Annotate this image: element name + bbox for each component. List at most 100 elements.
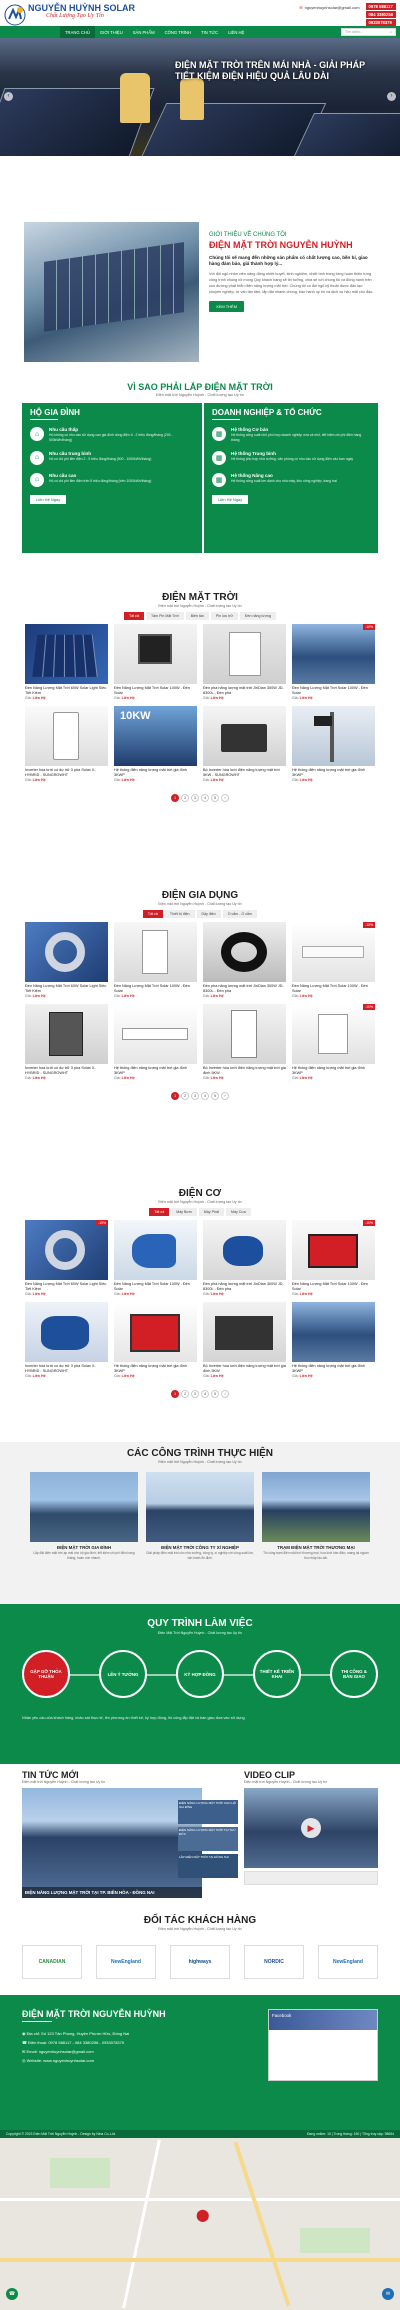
page-button[interactable]: › [221, 1390, 229, 1398]
product-card[interactable]: -10% Đèn Năng Lượng Mặt Trời Solar 100W … [289, 1220, 378, 1296]
product-card[interactable]: -10% Hệ thống điện năng lượng mặt trời g… [289, 1004, 378, 1080]
partner-logo[interactable]: highways [170, 1945, 230, 1979]
intro-more-button[interactable]: XEM THÊM [209, 301, 245, 312]
facebook-fanpage[interactable]: Facebook [268, 2009, 378, 2081]
hotline-3[interactable]: 0933078379 [365, 19, 396, 26]
phone-fab-icon[interactable]: ☎ [6, 2288, 18, 2300]
map-pin-icon[interactable]: ⬤ [196, 2208, 209, 2222]
page-button[interactable]: 3 [191, 794, 199, 802]
product-card[interactable]: Hệ thống điện năng lượng mặt trời gia đì… [289, 1302, 378, 1378]
product-card[interactable]: Hệ thống điện năng lượng mặt trời gia đì… [111, 1004, 200, 1080]
page-button[interactable]: 2 [181, 1390, 189, 1398]
product-name[interactable]: Hệ thống điện năng lượng mặt trời gia đì… [114, 1066, 197, 1076]
hero-next-icon[interactable]: › [387, 92, 396, 101]
brand-logo-icon[interactable] [4, 4, 26, 26]
product-card[interactable]: Đèn pha năng lượng mặt trời JinDian 300W… [200, 1220, 289, 1296]
chat-fab-icon[interactable]: ✉ [382, 2288, 394, 2300]
page-button[interactable]: 1 [171, 794, 179, 802]
product-image[interactable] [203, 1004, 286, 1064]
category-tab[interactable]: Dây điện [196, 910, 221, 918]
product-name[interactable]: Đèn Năng Lượng Mặt Trời Solar 100W - Đèn… [114, 686, 197, 696]
product-card[interactable]: Đèn pha năng lượng mặt trời JinDian 300W… [200, 624, 289, 700]
product-image[interactable] [203, 624, 286, 684]
category-tab[interactable]: Ổ cắm - Ổ cắm [222, 910, 258, 918]
project-title[interactable]: ĐIỆN MẶT TRỜI CÔNG TY XÍ NGHIỆP [146, 1545, 254, 1550]
product-card[interactable]: Inverter hòa lưới có dự trữ 3 pha Solax … [22, 1004, 111, 1080]
nav-contact[interactable]: LIÊN HỆ [223, 26, 249, 38]
product-name[interactable]: Inverter hòa lưới có dự trữ 3 pha Solax … [25, 768, 108, 778]
play-icon[interactable]: ▶ [301, 1818, 321, 1838]
product-card[interactable]: 10KW Hệ thống điện năng lượng mặt trời g… [111, 706, 200, 782]
product-name[interactable]: Đèn Năng Lượng Mặt Trời 60W Solar Light … [25, 686, 108, 696]
product-name[interactable]: Hệ thống điện năng lượng mặt trời gia đì… [114, 1364, 197, 1374]
footer-website[interactable]: Website: www.nguyenhuynhsolar.com [27, 2058, 94, 2063]
product-card[interactable]: Bộ Inverter hòa lưới điện năng lượng mặt… [200, 1004, 289, 1080]
product-image[interactable] [114, 624, 197, 684]
header-email[interactable]: nguyenhuynhsolar@gmail.com [305, 5, 360, 27]
page-button[interactable]: 3 [191, 1092, 199, 1100]
product-name[interactable]: Hệ thống điện năng lượng mặt trời gia đì… [292, 1364, 375, 1374]
page-button[interactable]: 1 [171, 1092, 179, 1100]
category-tab[interactable]: Pin lưu trữ [210, 612, 238, 620]
nav-projects[interactable]: CÔNG TRÌNH [160, 26, 196, 38]
category-tab[interactable]: Đèn năng lượng [239, 612, 277, 620]
hotline-1[interactable]: 0978 588117 [365, 3, 396, 10]
product-image[interactable] [114, 1004, 197, 1064]
product-image[interactable]: 10KW [114, 706, 197, 766]
product-card[interactable]: Hệ thống điện năng lượng mặt trời gia đì… [289, 706, 378, 782]
product-image[interactable] [25, 1302, 108, 1362]
product-image[interactable]: -10% [25, 1220, 108, 1280]
product-image[interactable] [25, 1004, 108, 1064]
product-image[interactable] [203, 706, 286, 766]
page-button[interactable]: › [221, 1092, 229, 1100]
category-tab[interactable]: Tất cả [142, 910, 163, 918]
product-image[interactable] [292, 706, 375, 766]
hotline-2[interactable]: 084 3380258 [365, 11, 396, 18]
product-image[interactable] [25, 922, 108, 982]
product-image[interactable] [203, 1220, 286, 1280]
category-tab[interactable]: Biến tần [185, 612, 209, 620]
footer-phone[interactable]: Điện thoại: 0978 588117 - 084 3380258 - … [28, 2040, 124, 2045]
nav-products[interactable]: SẢN PHẨM [128, 26, 160, 38]
product-card[interactable]: -10% Đèn Năng Lượng Mặt Trời Solar 100W … [289, 624, 378, 700]
search-icon[interactable]: ⌕ [390, 30, 392, 34]
product-card[interactable]: Đèn pha năng lượng mặt trời JinDian 300W… [200, 922, 289, 998]
news-item[interactable]: ĐIỆN NĂNG LƯỢNG MẶT TRỜI TẠI THỦ ĐỨC [178, 1827, 238, 1851]
product-card[interactable]: Inverter hòa lưới có dự trữ 3 pha Solax … [22, 1302, 111, 1378]
product-name[interactable]: Bộ Inverter hòa lưới điện năng lượng mặt… [203, 1364, 286, 1374]
product-name[interactable]: Đèn Năng Lượng Mặt Trời Solar 100W - Đèn… [292, 686, 375, 696]
product-image[interactable] [25, 624, 108, 684]
partner-logo[interactable]: NewEngland [96, 1945, 156, 1979]
product-image[interactable] [25, 706, 108, 766]
product-image[interactable]: -10% [292, 624, 375, 684]
product-card[interactable]: Bộ Inverter hòa lưới điện năng lượng mặt… [200, 1302, 289, 1378]
search-input[interactable]: Tìm kiếm... ⌕ [341, 28, 396, 36]
category-tab[interactable]: Thiết bị điện [164, 910, 195, 918]
business-contact-button[interactable]: Liên Hệ Ngay [212, 494, 249, 504]
product-image[interactable] [114, 922, 197, 982]
location-map[interactable]: ⬤ [0, 2138, 400, 2310]
news-featured-title[interactable]: ĐIỆN NĂNG LƯỢNG MẶT TRỜI TẠI TP. BIÊN HÒ… [22, 1887, 202, 1898]
page-button[interactable]: 5 [211, 1092, 219, 1100]
product-image[interactable] [203, 1302, 286, 1362]
product-name[interactable]: Đèn Năng Lượng Mặt Trời Solar 100W - Đèn… [114, 984, 197, 994]
category-tab[interactable]: Tấm Pin Mặt Trời [145, 612, 184, 620]
page-button[interactable]: 1 [171, 1390, 179, 1398]
product-name[interactable]: Đèn Năng Lượng Mặt Trời Solar 100W - Đèn… [114, 1282, 197, 1292]
category-tab[interactable]: Tất cả [149, 1208, 170, 1216]
news-featured-image[interactable]: ĐIỆN NĂNG LƯỢNG MẶT TRỜI TẠI TP. BIÊN HÒ… [22, 1788, 202, 1898]
product-name[interactable]: Hệ thống điện năng lượng mặt trời gia đì… [292, 768, 375, 778]
category-tab[interactable]: Máy Cưa [225, 1208, 251, 1216]
product-card[interactable]: Hệ thống điện năng lượng mặt trời gia đì… [111, 1302, 200, 1378]
page-button[interactable]: 4 [201, 1390, 209, 1398]
product-card[interactable]: Inverter hòa lưới có dự trữ 3 pha Solax … [22, 706, 111, 782]
page-button[interactable]: 2 [181, 794, 189, 802]
project-title[interactable]: ĐIỆN MẶT TRỜI GIA ĐÌNH [30, 1545, 138, 1550]
household-contact-button[interactable]: Liên Hệ Ngay [30, 494, 67, 504]
product-card[interactable]: Đèn Năng Lượng Mặt Trời 60W Solar Light … [22, 922, 111, 998]
product-name[interactable]: Inverter hòa lưới có dự trữ 3 pha Solax … [25, 1066, 108, 1076]
product-card[interactable]: -10% Đèn Năng Lượng Mặt Trời 60W Solar L… [22, 1220, 111, 1296]
product-card[interactable]: -10% Đèn Năng Lượng Mặt Trời Solar 100W … [289, 922, 378, 998]
product-name[interactable]: Đèn pha năng lượng mặt trời JinDian 300W… [203, 686, 286, 696]
product-image[interactable] [203, 922, 286, 982]
